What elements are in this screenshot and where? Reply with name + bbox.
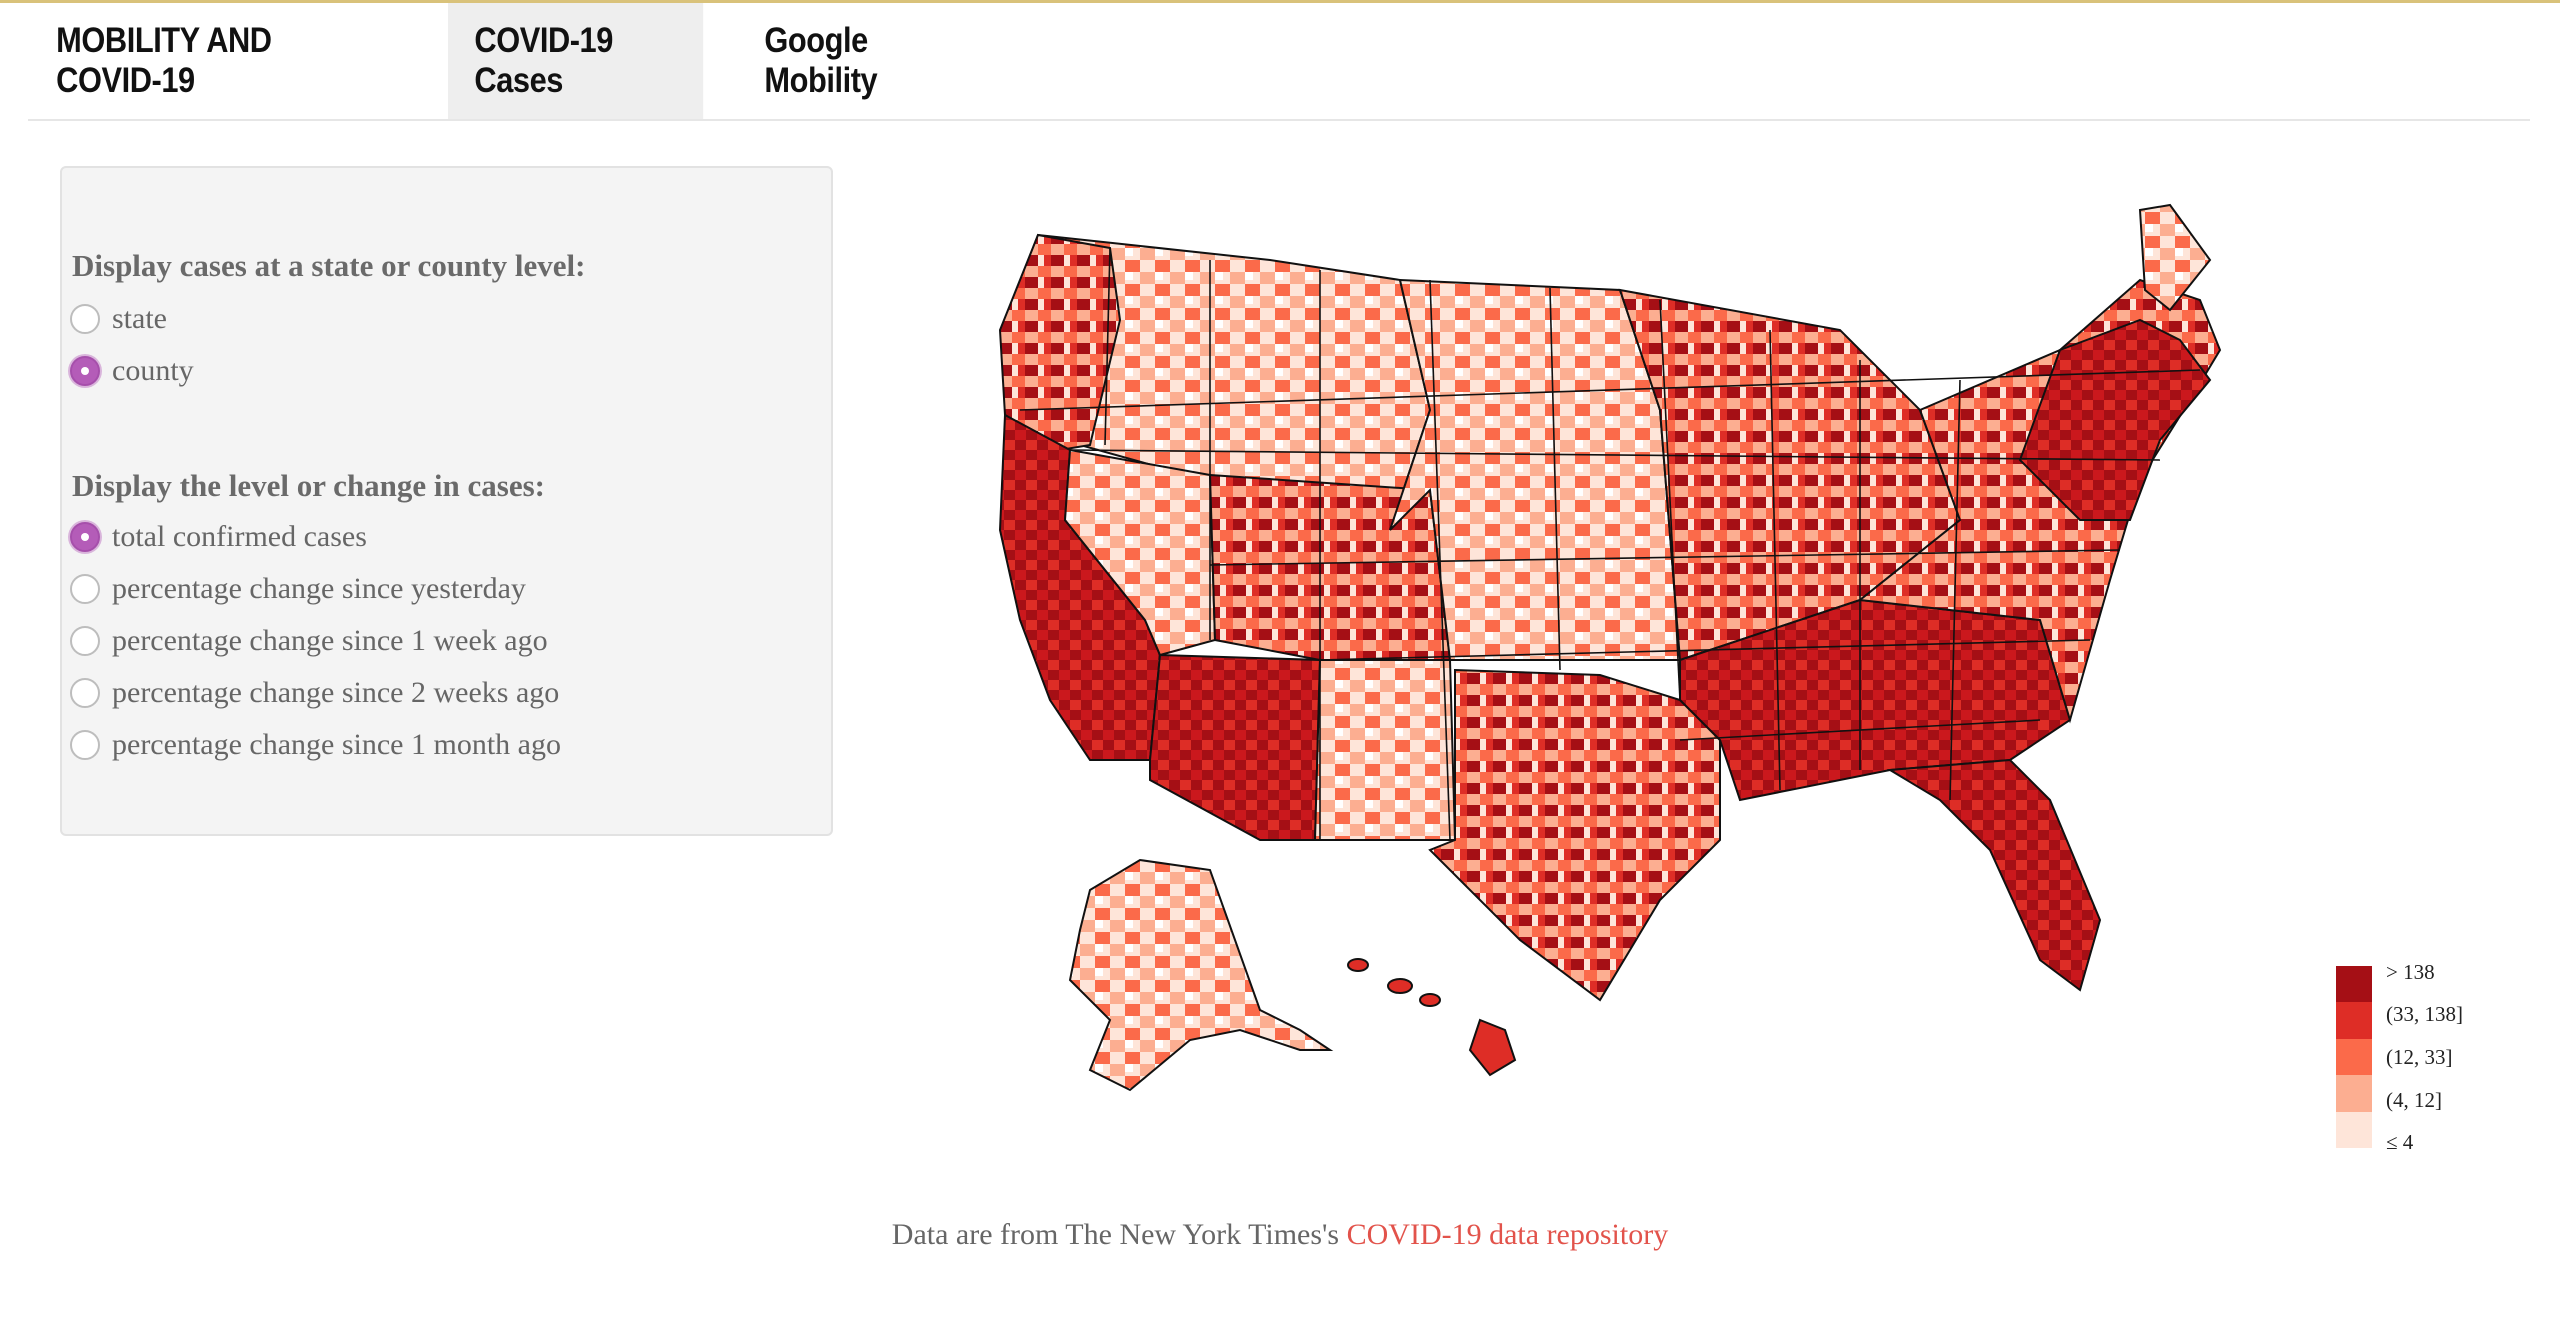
legend-label: (4, 12] (2386, 1088, 2442, 1112)
radio-button[interactable] (70, 626, 100, 656)
controls-panel: Display cases at a state or county level… (60, 166, 833, 836)
radio-label: percentage change since 2 weeks ago (112, 676, 560, 709)
radio-button-checked[interactable] (70, 522, 100, 552)
region-hawaii (1347, 958, 1517, 1077)
region-alaska (1068, 858, 1334, 1092)
region-maine (2138, 203, 2212, 312)
legend-swatch-2 (2336, 1002, 2372, 1039)
map-svg (998, 203, 2222, 1092)
us-county-choropleth-map[interactable] (960, 200, 2280, 1120)
legend-label: > 138 (2386, 960, 2435, 984)
radio-option-change-yesterday[interactable]: percentage change since yesterday (70, 572, 526, 606)
radio-label: total confirmed cases (112, 520, 367, 553)
legend-swatch-4 (2336, 1075, 2372, 1112)
data-source-caption: Data are from The New York Times's COVID… (0, 1218, 2560, 1252)
navbar-brand: MOBILITY AND COVID-19 (56, 21, 272, 100)
radio-button[interactable] (70, 730, 100, 760)
map-legend: > 138 (33, 138] (12, 33] (4, 12] ≤ 4 (2336, 960, 2486, 1154)
radio-label: percentage change since 1 month ago (112, 728, 561, 761)
radio-option-state[interactable]: state (70, 302, 167, 336)
radio-button[interactable] (70, 574, 100, 604)
legend-swatch-3 (2336, 1039, 2372, 1075)
legend-swatch-5 (2336, 1112, 2372, 1148)
navbar: MOBILITY AND COVID-19 COVID-19 Cases Goo… (28, 3, 2530, 121)
level-group-label: Display cases at a state or county level… (72, 248, 586, 283)
legend-label: (12, 33] (2386, 1045, 2453, 1069)
metric-group-label: Display the level or change in cases: (72, 468, 546, 503)
tab-covid-cases[interactable]: COVID-19 Cases (448, 3, 704, 119)
caption-text: Data are from The New York Times's (891, 1218, 1347, 1251)
radio-label: county (112, 354, 194, 387)
radio-label: percentage change since 1 week ago (112, 624, 548, 657)
region-texas (1428, 668, 1721, 1002)
radio-option-total-cases[interactable]: total confirmed cases (70, 520, 367, 554)
radio-button-checked[interactable] (70, 356, 100, 386)
radio-label: percentage change since yesterday (112, 572, 526, 605)
radio-label: state (112, 302, 167, 335)
region-florida (1886, 758, 2102, 992)
legend-swatch-1 (2336, 966, 2372, 1002)
legend-label: ≤ 4 (2386, 1130, 2414, 1154)
radio-option-change-2-weeks[interactable]: percentage change since 2 weeks ago (70, 676, 559, 710)
radio-option-county[interactable]: county (70, 354, 194, 388)
data-repository-link[interactable]: COVID-19 data repository (1347, 1218, 1669, 1251)
radio-button[interactable] (70, 304, 100, 334)
radio-button[interactable] (70, 678, 100, 708)
legend-label: (33, 138] (2386, 1002, 2463, 1026)
region-arizona (1149, 653, 1322, 841)
radio-option-change-1-week[interactable]: percentage change since 1 week ago (70, 624, 548, 658)
tab-google-mobility[interactable]: Google Mobility (738, 3, 967, 119)
region-new-mexico (1313, 659, 1457, 841)
radio-option-change-1-month[interactable]: percentage change since 1 month ago (70, 728, 561, 762)
